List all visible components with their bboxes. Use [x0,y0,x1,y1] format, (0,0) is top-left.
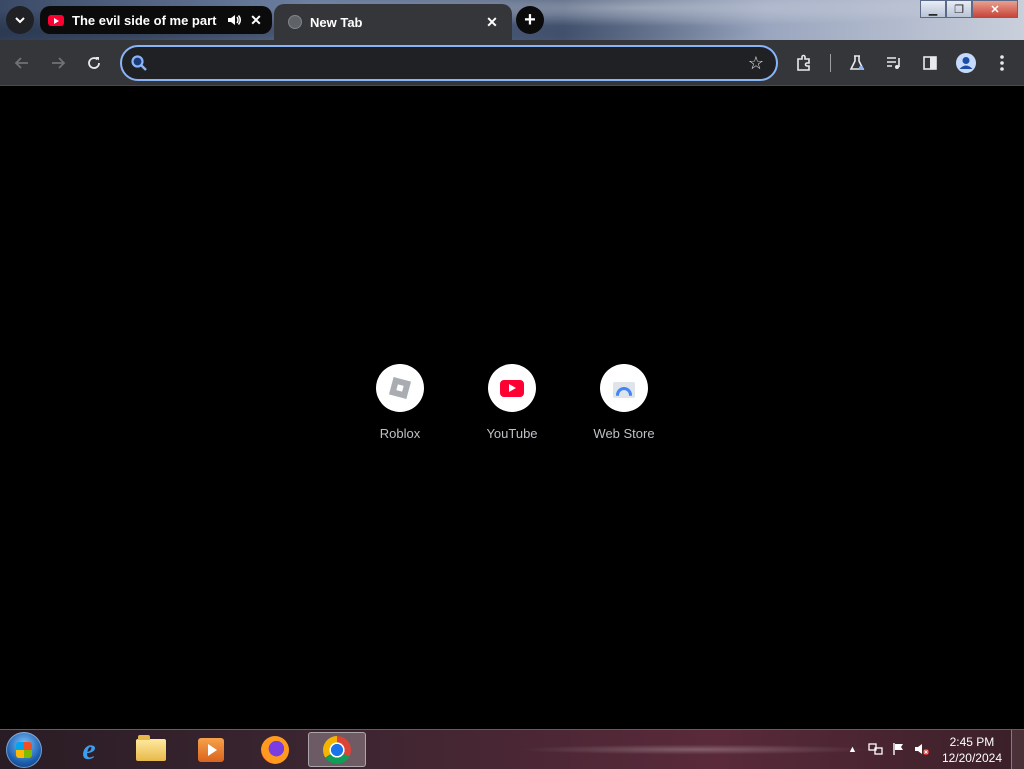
network-icon[interactable] [868,742,884,759]
volume-muted-icon[interactable] [914,742,930,759]
windows-logo-icon [16,742,32,758]
tab-search-button[interactable] [6,6,34,34]
shortcut-label: YouTube [486,426,538,441]
reload-button[interactable] [82,51,106,75]
forward-button[interactable] [46,51,70,75]
shortcut-label: Roblox [379,426,421,441]
media-control-icon [887,57,900,69]
chevron-down-icon [15,17,25,24]
shortcut-roblox[interactable]: Roblox [344,364,456,441]
close-window-button[interactable]: ✕ [972,0,1018,18]
labs-button[interactable] [846,52,868,74]
profile-icon [956,53,976,73]
menu-button[interactable] [991,52,1013,74]
youtube-icon [48,14,64,26]
shortcut-icon-circle [600,364,648,412]
address-input[interactable] [160,51,744,77]
side-panel-icon [923,56,937,70]
youtube-icon [500,379,524,397]
system-clock[interactable]: 2:45 PM 12/20/2024 [942,734,1002,766]
side-panel-button[interactable] [919,52,941,74]
shortcut-web-store[interactable]: Web Store [568,364,680,441]
reload-icon [88,57,100,69]
globe-icon [288,15,302,29]
bookmark-star-icon[interactable]: ☆ [748,53,764,74]
speaker-icon[interactable] [226,12,242,28]
shortcut-icon-circle [376,364,424,412]
window-controls: ▁ ❐ ✕ [920,0,1018,18]
start-button[interactable] [6,732,42,768]
toolbar-divider [830,54,831,72]
labs-icon [849,55,865,70]
address-bar[interactable]: ☆ [120,45,778,81]
tab-youtube[interactable]: The evil side of me part 4/ ✕ [40,6,272,34]
roblox-icon [388,376,412,400]
clock-date: 12/20/2024 [941,751,1002,765]
profile-button[interactable] [955,52,977,74]
internet-explorer-icon: e [82,732,96,766]
extensions-button[interactable] [793,52,815,74]
close-tab-icon[interactable]: ✕ [248,12,264,28]
taskbar-chrome[interactable] [308,732,366,767]
browser-toolbar: ☆ [0,40,1024,86]
tab-strip: The evil side of me part 4/ ✕ New Tab ✕ … [0,0,1024,40]
file-explorer-icon [136,734,166,761]
web-store-icon [613,378,635,398]
system-tray: ▲ 2:45 PM 12/20/2024 [824,730,1024,769]
new-tab-button[interactable]: + [516,6,544,34]
media-control-button[interactable] [883,52,905,74]
new-tab-page: Roblox YouTube Web Store [0,87,1024,729]
taskbar-firefox[interactable] [250,732,300,767]
show-desktop-button[interactable] [1011,730,1024,769]
chrome-icon [323,735,351,764]
minimize-button[interactable]: ▁ [920,0,946,18]
shortcut-youtube[interactable]: YouTube [456,364,568,441]
action-center-flag-icon[interactable] [892,742,906,759]
search-icon [131,55,147,71]
back-icon [14,57,28,69]
taskbar: e ▲ 2:45 PM 12/20/2024 [0,729,1024,769]
tab-title: New Tab [310,14,363,30]
restore-button[interactable]: ❐ [946,0,972,18]
menu-icon [1000,55,1004,71]
close-tab-icon[interactable]: ✕ [484,14,500,30]
show-hidden-icons-icon[interactable]: ▲ [848,744,857,754]
forward-icon [52,57,66,69]
shortcut-label: Web Store [593,426,655,441]
back-button[interactable] [10,51,34,75]
taskbar-file-explorer[interactable] [126,732,176,767]
media-player-icon [198,737,224,762]
shortcut-icon-circle [488,364,536,412]
taskbar-media-player[interactable] [186,732,236,767]
tab-new-tab[interactable]: New Tab ✕ [274,4,512,40]
taskbar-internet-explorer[interactable]: e [64,732,114,767]
extensions-icon [797,54,810,71]
firefox-icon [261,735,289,764]
tab-title: The evil side of me part 4/ [72,12,220,28]
clock-time: 2:45 PM [949,735,995,749]
